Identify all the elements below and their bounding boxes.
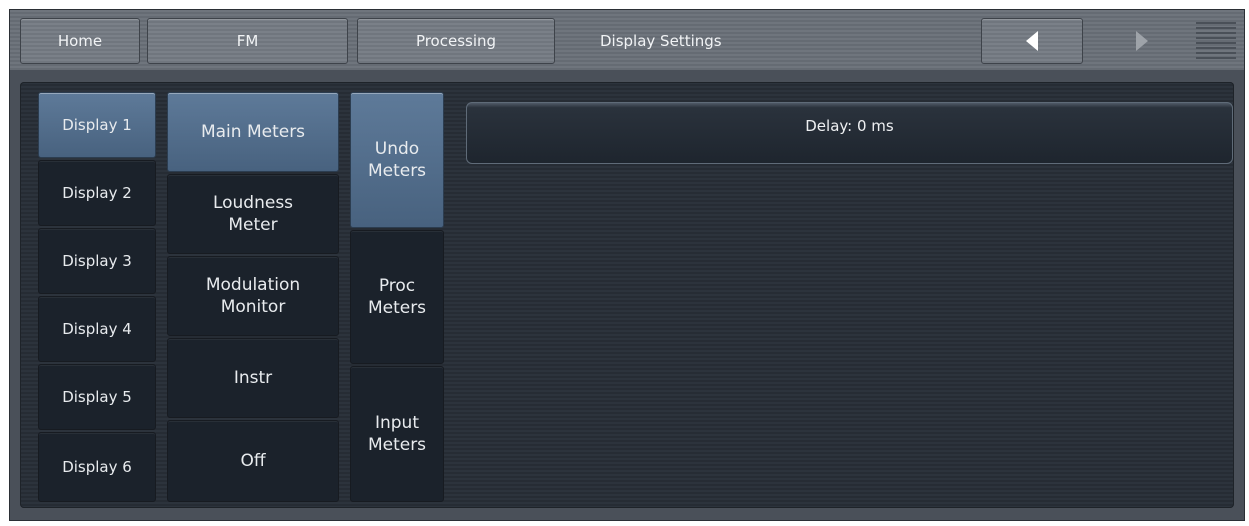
processing-button[interactable]: Processing: [357, 18, 555, 64]
display-settings-panel: Display 1 Display 2 Display 3 Display 4 …: [20, 82, 1234, 508]
proc-meters-label: Proc Meters: [367, 276, 427, 318]
display-1-button[interactable]: Display 1: [38, 92, 156, 158]
home-label: Home: [57, 32, 103, 50]
undo-meters-button[interactable]: Undo Meters: [350, 92, 444, 228]
back-button[interactable]: [981, 18, 1083, 64]
off-button[interactable]: Off: [167, 420, 339, 502]
loudness-meter-label: Loudness Meter: [212, 193, 294, 235]
home-button[interactable]: Home: [20, 18, 140, 64]
right-arrow-icon: [1136, 31, 1148, 51]
display-2-button[interactable]: Display 2: [38, 160, 156, 226]
off-label: Off: [240, 451, 266, 471]
display-5-button[interactable]: Display 5: [38, 364, 156, 430]
display-5-label: Display 5: [62, 388, 132, 406]
delay-control[interactable]: Delay: 0 ms: [466, 102, 1233, 164]
input-meters-label: Input Meters: [367, 413, 427, 455]
display-4-button[interactable]: Display 4: [38, 296, 156, 362]
modulation-monitor-button[interactable]: Modulation Monitor: [167, 256, 339, 336]
page-title: Display Settings: [600, 32, 722, 50]
display-4-label: Display 4: [62, 320, 132, 338]
delay-label: Delay: 0 ms: [805, 117, 894, 135]
top-navigation-bar: Home FM Processing Display Settings: [10, 10, 1244, 70]
main-meters-button[interactable]: Main Meters: [167, 92, 339, 172]
menu-icon[interactable]: [1196, 22, 1236, 64]
app-window: Home FM Processing Display Settings Disp…: [9, 9, 1245, 521]
proc-meters-button[interactable]: Proc Meters: [350, 230, 444, 364]
processing-label: Processing: [415, 32, 497, 50]
display-1-label: Display 1: [62, 116, 132, 134]
display-6-button[interactable]: Display 6: [38, 432, 156, 502]
main-meters-label: Main Meters: [200, 122, 306, 142]
display-2-label: Display 2: [62, 184, 132, 202]
modulation-monitor-label: Modulation Monitor: [205, 275, 301, 317]
display-6-label: Display 6: [62, 458, 132, 476]
display-3-button[interactable]: Display 3: [38, 228, 156, 294]
input-meters-button[interactable]: Input Meters: [350, 366, 444, 502]
instr-button[interactable]: Instr: [167, 338, 339, 418]
left-arrow-icon: [1026, 31, 1038, 51]
undo-meters-label: Undo Meters: [367, 139, 427, 181]
fm-label: FM: [236, 32, 259, 50]
display-3-label: Display 3: [62, 252, 132, 270]
loudness-meter-button[interactable]: Loudness Meter: [167, 174, 339, 254]
instr-label: Instr: [233, 368, 273, 388]
forward-button[interactable]: [1127, 18, 1157, 64]
fm-button[interactable]: FM: [147, 18, 348, 64]
